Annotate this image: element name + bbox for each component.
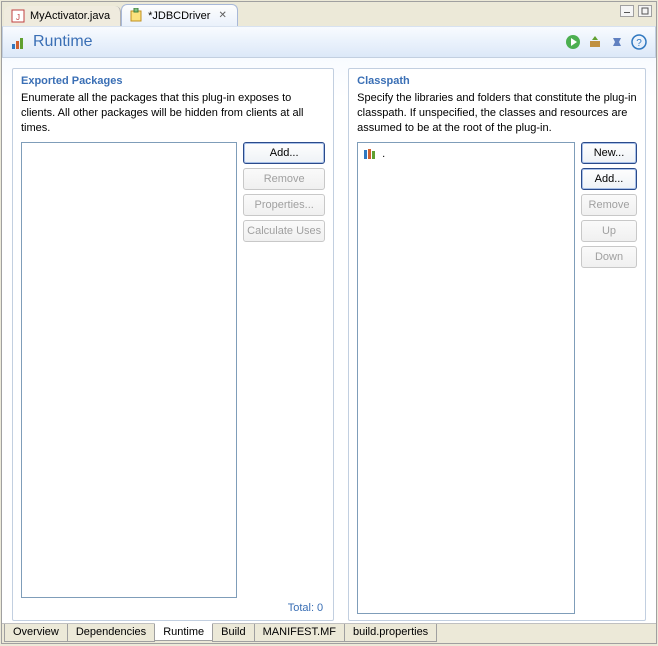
exported-packages-body: Add... Remove Properties... Calculate Us… (21, 142, 325, 598)
exported-buttons: Add... Remove Properties... Calculate Us… (243, 142, 325, 598)
classpath-body: . New... Add... Remove Up Down (357, 142, 637, 614)
editor-tabs: J MyActivator.java *JDBCDriver ✕ (2, 2, 656, 26)
list-item-label: . (382, 148, 385, 160)
classpath-description: Specify the libraries and folders that c… (357, 91, 637, 142)
add-package-button[interactable]: Add... (243, 142, 325, 164)
calculate-uses-button: Calculate Uses (243, 220, 325, 242)
tab-runtime[interactable]: Runtime (154, 623, 213, 641)
up-classpath-button: Up (581, 220, 637, 242)
tab-dependencies[interactable]: Dependencies (67, 624, 155, 642)
library-icon (362, 146, 378, 162)
tab-build[interactable]: Build (212, 624, 254, 642)
runtime-icon (11, 34, 27, 50)
tab-label: *JDBCDriver (148, 10, 210, 22)
content-area: Exported Packages Enumerate all the pack… (2, 58, 656, 623)
tab-overview[interactable]: Overview (4, 624, 68, 642)
tab-label: MyActivator.java (30, 10, 110, 22)
header-actions: ? (565, 34, 647, 50)
package-properties-button: Properties... (243, 194, 325, 216)
tab-jdbcdriver[interactable]: *JDBCDriver ✕ (121, 4, 238, 26)
exported-packages-list[interactable] (21, 142, 237, 598)
page-title: Runtime (33, 33, 93, 51)
java-file-icon: J (10, 8, 26, 24)
minimize-icon[interactable] (620, 5, 634, 17)
help-icon[interactable]: ? (631, 34, 647, 50)
down-classpath-button: Down (581, 246, 637, 268)
maximize-icon[interactable] (638, 5, 652, 17)
run-icon[interactable] (565, 34, 581, 50)
page-title-group: Runtime (11, 33, 93, 51)
new-classpath-button[interactable]: New... (581, 142, 637, 164)
classpath-buttons: New... Add... Remove Up Down (581, 142, 637, 614)
classpath-section: Classpath Specify the libraries and fold… (348, 68, 646, 621)
tab-buildproperties[interactable]: build.properties (344, 624, 437, 642)
organize-icon[interactable] (609, 34, 625, 50)
close-icon[interactable]: ✕ (218, 10, 226, 21)
exported-packages-section: Exported Packages Enumerate all the pack… (12, 68, 334, 621)
classpath-title: Classpath (357, 73, 637, 91)
svg-text:J: J (16, 13, 20, 22)
window-controls (620, 5, 652, 17)
tab-manifest[interactable]: MANIFEST.MF (254, 624, 345, 642)
remove-classpath-button: Remove (581, 194, 637, 216)
tab-myactivator[interactable]: J MyActivator.java (4, 6, 121, 26)
classpath-list[interactable]: . (357, 142, 575, 614)
editor-window: J MyActivator.java *JDBCDriver ✕ Runtime (1, 1, 657, 644)
list-item[interactable]: . (360, 145, 572, 163)
page-header: Runtime ? (2, 26, 656, 58)
exported-packages-description: Enumerate all the packages that this plu… (21, 91, 325, 142)
exported-packages-title: Exported Packages (21, 73, 325, 91)
svg-text:?: ? (636, 38, 642, 49)
plugin-file-icon (128, 8, 144, 24)
exported-total: Total: 0 (21, 598, 325, 614)
add-classpath-button[interactable]: Add... (581, 168, 637, 190)
manifest-editor-tabs: Overview Dependencies Runtime Build MANI… (2, 623, 656, 643)
remove-package-button: Remove (243, 168, 325, 190)
export-wizard-icon[interactable] (587, 34, 603, 50)
